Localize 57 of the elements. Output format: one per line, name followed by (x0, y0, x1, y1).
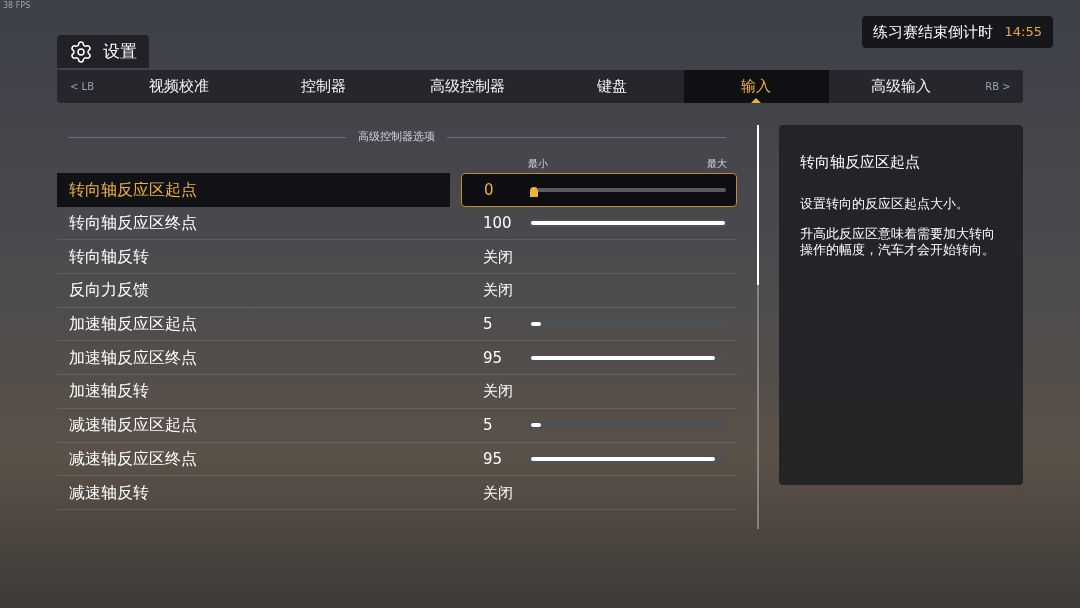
tab[interactable]: 视频校准 (107, 70, 252, 103)
tab[interactable]: 输入 (684, 70, 829, 103)
setting-row[interactable]: 加速轴反转 关闭 (57, 375, 737, 409)
prev-tab-hint[interactable]: < LB (57, 79, 107, 94)
fps-counter: 38 FPS (3, 1, 31, 11)
setting-label: 转向轴反转 (68, 245, 150, 268)
setting-row[interactable]: 转向轴反转 关闭 (57, 240, 737, 275)
setting-value: 关闭 (483, 482, 514, 503)
setting-value: 95 (483, 347, 504, 368)
setting-label: 加速轴反转 (68, 380, 150, 403)
setting-row[interactable]: 加速轴反应区终点 95 (57, 341, 737, 376)
setting-row[interactable]: 减速轴反应区终点 95 (57, 442, 737, 477)
setting-row[interactable]: 减速轴反应区起点 5 (57, 408, 737, 443)
setting-value: 关闭 (483, 280, 514, 301)
setting-label: 减速轴反转 (68, 481, 150, 504)
setting-value: 关闭 (483, 381, 514, 402)
settings-icon (69, 39, 93, 64)
next-tab-hint[interactable]: RB > (972, 79, 1023, 94)
tab[interactable]: 高级控制器 (395, 70, 540, 103)
timer-label: 练习赛结束倒计时 (872, 21, 993, 43)
setting-label: 减速轴反应区终点 (68, 447, 198, 470)
setting-label: 转向轴反应区终点 (68, 212, 198, 235)
tab[interactable]: 高级输入 (828, 70, 973, 103)
description-title: 转向轴反应区起点 (799, 152, 921, 173)
description-text: 设置转向的反应区起点大小。 (799, 195, 970, 212)
setting-row[interactable]: 加速轴反应区起点 5 (57, 307, 737, 342)
description-text: 升高此反应区意味着需要加大转向操作的幅度，汽车才会开始转向。 (799, 225, 996, 258)
setting-value: 5 (483, 314, 494, 335)
slider-track[interactable] (529, 454, 727, 463)
setting-value: 关闭 (483, 246, 514, 267)
max-label: 最大 (706, 157, 727, 171)
setting-label: 加速轴反应区终点 (68, 346, 198, 369)
setting-label: 加速轴反应区起点 (68, 313, 198, 336)
scrollbar[interactable] (756, 125, 759, 529)
timer-value: 14:55 (1004, 23, 1042, 42)
caret-icon (751, 98, 762, 103)
tab[interactable]: 键盘 (540, 70, 685, 103)
setting-row[interactable]: 减速轴反转 关闭 (57, 476, 737, 510)
scroll-thumb[interactable] (756, 125, 759, 285)
slider-track[interactable] (529, 320, 727, 329)
header-title: 设置 (103, 39, 137, 63)
setting-value: 5 (483, 415, 494, 436)
setting-label: 减速轴反应区起点 (68, 414, 198, 437)
setting-value: 100 (483, 213, 513, 234)
setting-value: 0 (484, 179, 495, 200)
setting-label: 转向轴反应区起点 (57, 173, 450, 207)
setting-row[interactable]: 转向轴反应区终点 100 (57, 206, 737, 241)
slider-thumb[interactable] (530, 186, 538, 197)
setting-row[interactable]: 反向力反馈 关闭 (57, 274, 737, 308)
setting-value: 95 (483, 448, 504, 469)
setting-label: 反向力反馈 (68, 279, 150, 302)
min-label: 最小 (528, 157, 548, 171)
slider-track[interactable] (529, 353, 727, 362)
setting-row[interactable]: 转向轴反应区起点 0 (57, 173, 737, 207)
section-title: 高级控制器选项 (358, 128, 436, 145)
tab[interactable]: 控制器 (251, 70, 396, 103)
slider-track[interactable] (529, 421, 727, 430)
